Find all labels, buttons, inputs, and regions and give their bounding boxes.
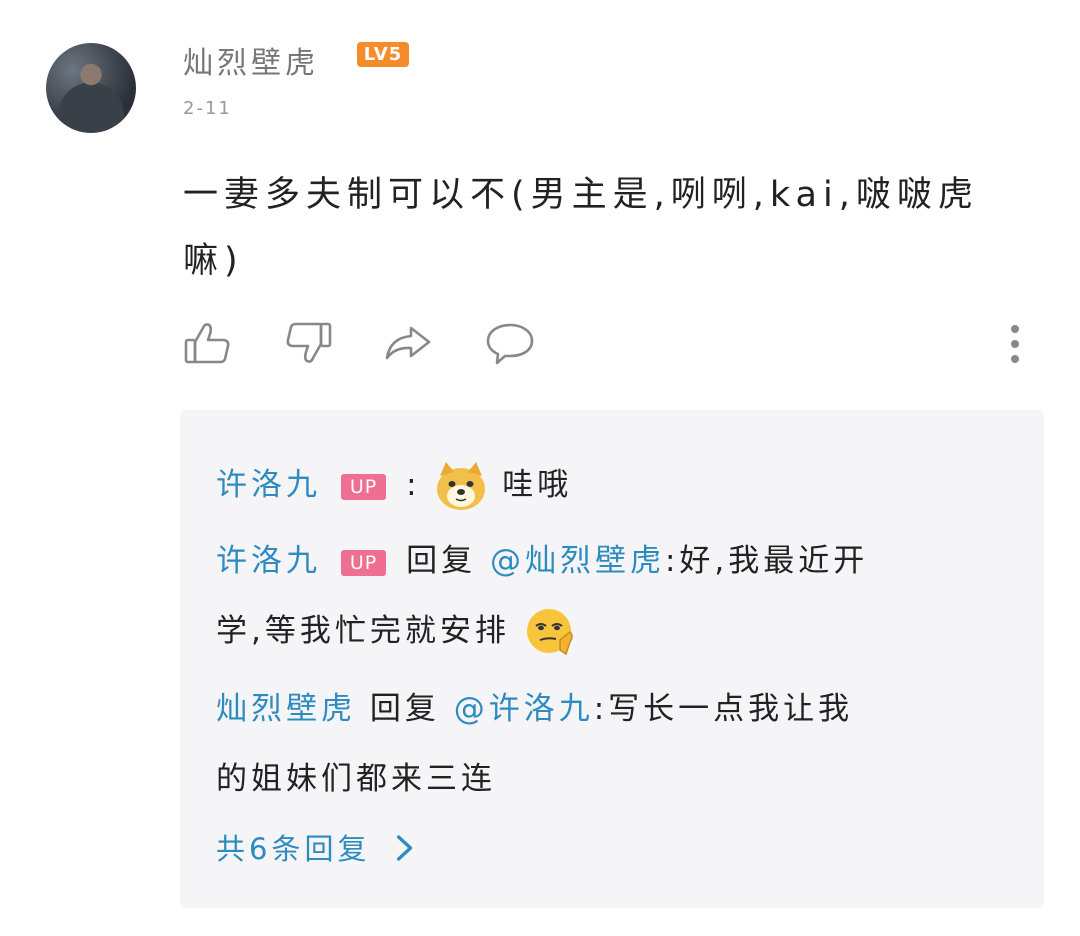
reply-item: 许洛九 UP 回复 @灿烈壁虎:好,我最近开 学,等我忙完就安排	[216, 526, 976, 666]
avatar[interactable]	[46, 43, 136, 133]
reply-mention[interactable]: @灿烈壁虎	[490, 543, 665, 579]
comment-text: 一妻多夫制可以不(男主是,咧咧,kai,啵啵虎 嘛)	[183, 162, 1033, 294]
doge-emoji	[434, 460, 488, 514]
comment-text-line2: 嘛)	[183, 241, 244, 281]
share-icon[interactable]	[383, 318, 433, 368]
comment-icon[interactable]	[485, 318, 535, 368]
reply-item: 灿烈壁虎 回复 @许洛九:写长一点我让我 的姐妹们都来三连	[216, 674, 976, 814]
reply-text: 哇哦	[502, 467, 573, 503]
reply-mention[interactable]: @许洛九	[454, 691, 594, 727]
reply-text-line2: 的姐妹们都来三连	[216, 761, 496, 797]
thumbs-down-icon[interactable]	[283, 318, 333, 368]
reply-item: 许洛九 UP : 哇哦	[216, 450, 976, 520]
reply-word: 回复	[369, 691, 440, 727]
reply-word: 回复	[406, 543, 477, 579]
smirk-emoji	[524, 606, 578, 660]
up-badge: UP	[340, 549, 387, 576]
chevron-right-icon	[394, 833, 416, 870]
reply-text-line2: 学,等我忙完就安排	[216, 613, 510, 649]
up-badge: UP	[340, 473, 387, 500]
reply-text-line1: :好,我最近开	[664, 543, 869, 579]
comment-text-line1: 一妻多夫制可以不(男主是,咧咧,kai,啵啵虎	[183, 175, 979, 215]
comment-username[interactable]: 灿烈壁虎	[183, 38, 319, 82]
reply-author[interactable]: 灿烈壁虎	[216, 691, 356, 727]
comment-date: 2-11	[183, 98, 232, 119]
reply-author[interactable]: 许洛九	[216, 467, 321, 503]
reply-text-line1: :写长一点我让我	[593, 691, 854, 727]
view-more-replies-link[interactable]: 共6条回复	[216, 826, 416, 870]
level-badge: LV5	[357, 42, 409, 67]
more-replies-label: 共6条回复	[216, 832, 371, 866]
thumbs-up-icon[interactable]	[183, 318, 233, 368]
reply-separator: :	[406, 467, 421, 503]
comment-actions	[183, 318, 1033, 370]
more-vertical-icon[interactable]	[990, 322, 1040, 366]
reply-author[interactable]: 许洛九	[216, 543, 321, 579]
